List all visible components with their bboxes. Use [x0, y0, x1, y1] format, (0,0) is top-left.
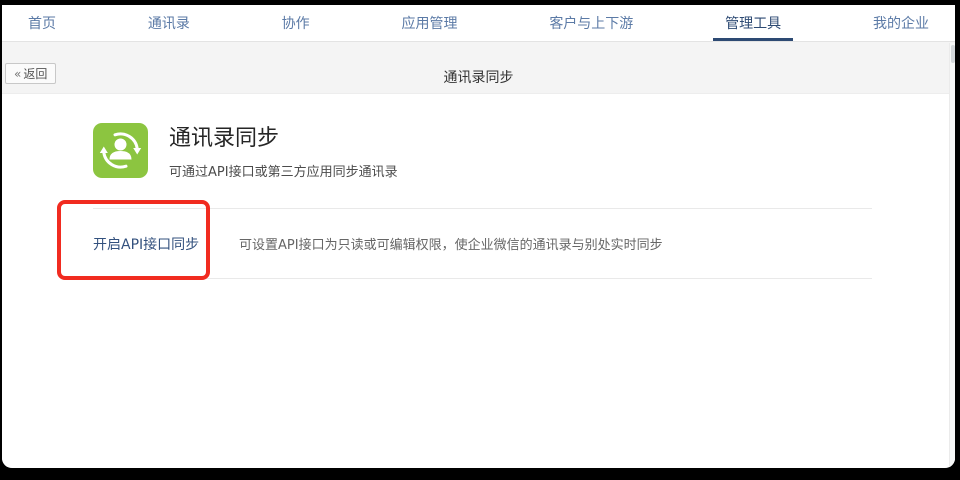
app-window: 首页 通讯录 协作 应用管理 客户与上下游 管理工具 我的企业 « 返回 通讯录…: [2, 5, 955, 468]
scrollbar-thumb[interactable]: [951, 45, 955, 63]
vertical-scrollbar[interactable]: [949, 43, 955, 468]
app-title: 通讯录同步: [169, 126, 280, 151]
app-header: 通讯录同步 可通过API接口或第三方应用同步通讯录: [93, 123, 398, 180]
top-navigation: 首页 通讯录 协作 应用管理 客户与上下游 管理工具 我的企业: [2, 5, 955, 42]
contacts-sync-icon: [93, 123, 148, 178]
nav-item-my-company[interactable]: 我的企业: [873, 5, 929, 41]
page-subheader: « 返回 通讯录同步: [2, 42, 955, 94]
main-content: 通讯录同步 可通过API接口或第三方应用同步通讯录 开启API接口同步 可设置A…: [2, 94, 955, 467]
nav-item-customers-upstream-downstream[interactable]: 客户与上下游: [549, 5, 633, 41]
nav-item-contacts[interactable]: 通讯录: [148, 5, 190, 41]
api-sync-row: 开启API接口同步 可设置API接口为只读或可编辑权限，使企业微信的通讯录与别处…: [93, 209, 872, 279]
page-title: 通讯录同步: [443, 70, 514, 86]
app-header-text: 通讯录同步 可通过API接口或第三方应用同步通讯录: [169, 123, 398, 180]
enable-api-sync-link[interactable]: 开启API接口同步: [93, 234, 239, 254]
nav-item-home[interactable]: 首页: [28, 5, 56, 41]
nav-item-admin-tools[interactable]: 管理工具: [713, 5, 794, 41]
api-sync-description: 可设置API接口为只读或可编辑权限，使企业微信的通讯录与别处实时同步: [239, 238, 663, 253]
app-subtitle: 可通过API接口或第三方应用同步通讯录: [169, 165, 398, 181]
nav-item-app-management[interactable]: 应用管理: [401, 5, 457, 41]
settings-section: 开启API接口同步 可设置API接口为只读或可编辑权限，使企业微信的通讯录与别处…: [93, 208, 872, 279]
nav-item-collaboration[interactable]: 协作: [282, 5, 310, 41]
